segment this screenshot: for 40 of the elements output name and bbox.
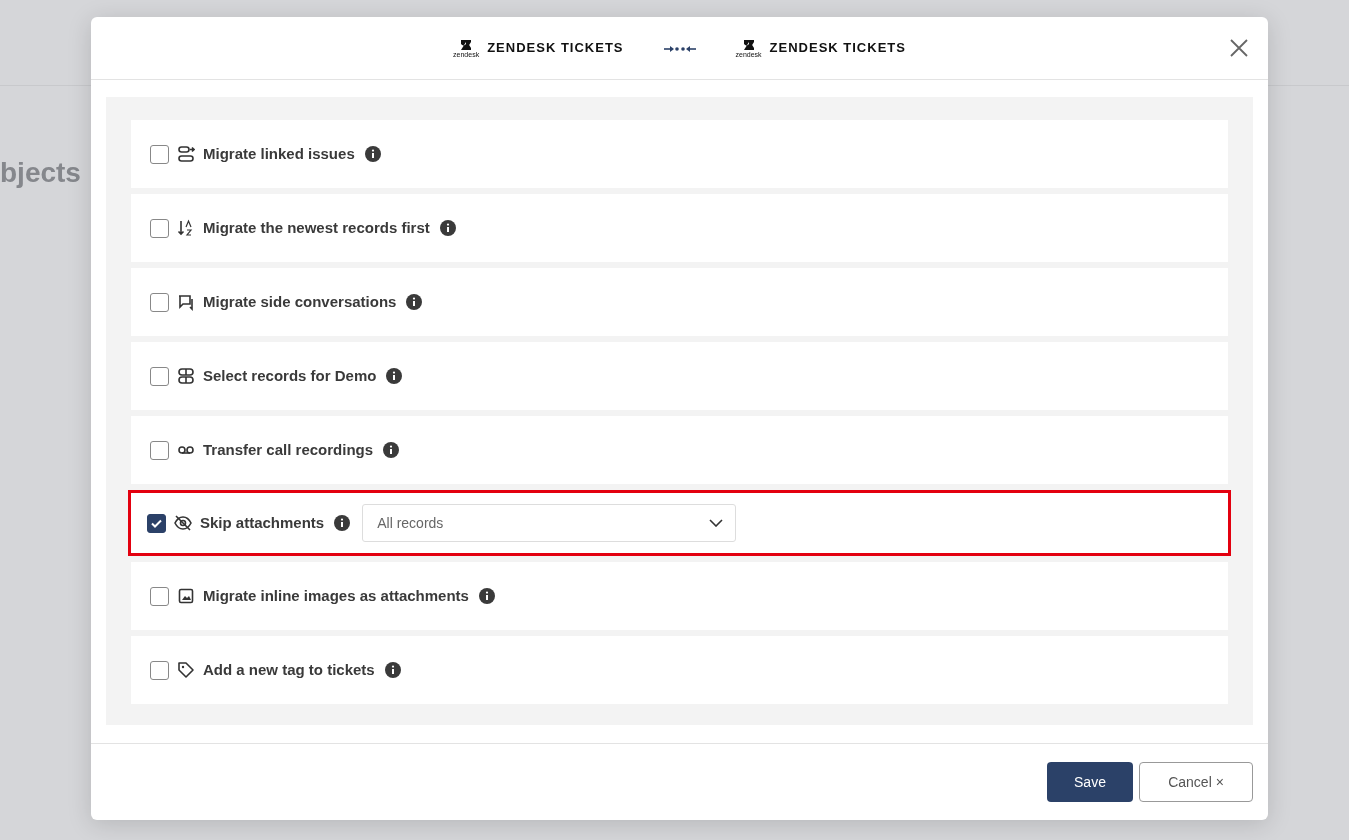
info-icon[interactable] (478, 588, 495, 604)
option-label: Migrate the newest records first (203, 217, 430, 238)
option-label: Skip attachments (200, 512, 325, 533)
sort-icon (177, 219, 195, 237)
cancel-button[interactable]: Cancel × (1139, 762, 1253, 802)
toggle-icon (177, 367, 195, 385)
option-label: Migrate inline images as attachments (203, 585, 469, 606)
info-icon[interactable] (406, 294, 423, 310)
info-icon[interactable] (364, 146, 381, 162)
option-label: Select records for Demo (203, 365, 377, 386)
link-icon (177, 145, 195, 163)
checkbox[interactable] (150, 366, 169, 386)
save-button[interactable]: Save (1047, 762, 1133, 802)
option-label: Migrate linked issues (203, 143, 355, 164)
check-icon (151, 518, 162, 528)
checkbox[interactable] (150, 440, 169, 460)
eye-slash-icon (174, 514, 192, 532)
info-icon[interactable] (439, 220, 456, 236)
sync-arrows-icon (663, 43, 696, 54)
page-heading: bjects (0, 156, 81, 190)
checkbox[interactable] (150, 218, 169, 238)
info-icon[interactable] (334, 515, 351, 531)
checkbox[interactable] (150, 144, 169, 164)
checkbox[interactable] (150, 292, 169, 312)
option-label: Add a new tag to tickets (203, 659, 375, 680)
brand-title: ZENDESK TICKETS (769, 39, 906, 58)
info-icon[interactable] (386, 368, 403, 384)
chat-icon (177, 293, 195, 311)
chevron-down-icon (709, 519, 724, 527)
checkbox[interactable] (150, 586, 169, 606)
checkbox[interactable] (150, 660, 169, 680)
image-icon (177, 587, 195, 605)
info-icon[interactable] (384, 662, 401, 678)
checkbox[interactable] (147, 513, 166, 533)
info-icon[interactable] (383, 442, 400, 458)
dropdown-select[interactable]: All records (362, 504, 737, 542)
tag-icon (177, 661, 195, 679)
option-label: Migrate side conversations (203, 291, 397, 312)
brand-title: ZENDESK TICKETS (487, 39, 624, 58)
option-label: Transfer call recordings (203, 439, 374, 460)
